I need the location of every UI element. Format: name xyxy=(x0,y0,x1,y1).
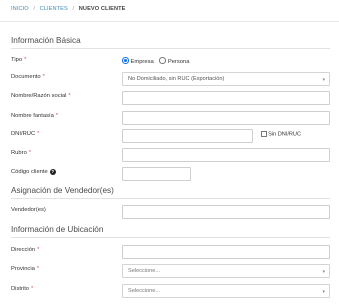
rubro-input[interactable] xyxy=(122,148,330,162)
breadcrumb-link-inicio[interactable]: INICIO xyxy=(11,6,29,12)
nombre-razon-input[interactable] xyxy=(122,91,330,105)
breadcrumb: INICIO / CLIENTES / NUEVO CLIENTE xyxy=(11,6,125,12)
section-title-basic: Información Básica xyxy=(11,36,81,45)
required-marker: * xyxy=(37,131,40,137)
nombre-razon-label: Nombre/Razón social * xyxy=(11,93,71,99)
caret-down-icon: ▾ xyxy=(322,289,325,295)
sin-dni-ruc-label[interactable]: Sin DNI/RUC xyxy=(268,132,301,138)
tipo-radio-group: Empresa Persona xyxy=(122,57,193,65)
nombre-fantasia-input[interactable] xyxy=(122,111,330,125)
codigo-cliente-label: Código cliente? xyxy=(11,169,56,175)
distrito-select[interactable]: Seleccione... ▾ xyxy=(122,284,330,298)
rubro-label-text: Rubro xyxy=(11,150,27,156)
breadcrumb-separator: / xyxy=(33,6,36,12)
required-marker: * xyxy=(31,286,34,292)
provincia-label: Provincia * xyxy=(11,266,39,272)
required-marker: * xyxy=(42,74,45,80)
nombre-razon-label-text: Nombre/Razón social xyxy=(11,93,67,99)
dni-ruc-input[interactable] xyxy=(122,129,253,143)
question-circle-icon[interactable]: ? xyxy=(49,169,56,175)
provincia-select[interactable]: Seleccione... ▾ xyxy=(122,264,330,278)
codigo-cliente-label-text: Código cliente xyxy=(11,169,48,175)
required-marker: * xyxy=(55,113,59,119)
breadcrumb-separator: / xyxy=(72,6,75,12)
documento-label: Documento * xyxy=(11,74,45,80)
tipo-label: Tipo * xyxy=(11,57,26,63)
breadcrumb-link-clientes[interactable]: CLIENTES xyxy=(40,6,68,12)
section-divider xyxy=(11,237,330,238)
distrito-select-value: Seleccione... xyxy=(128,288,161,294)
documento-select[interactable]: No Domiciliado, sin RUC (Exportación) ▾ xyxy=(122,72,330,86)
rubro-label: Rubro * xyxy=(11,150,31,156)
nombre-fantasia-label: Nombre fantasía * xyxy=(11,113,58,119)
direccion-label: Dirección * xyxy=(11,247,39,253)
provincia-select-value: Seleccione... xyxy=(128,268,161,274)
required-marker: * xyxy=(28,150,32,156)
dni-ruc-label-text: DNI/RUC xyxy=(11,131,36,137)
documento-label-text: Documento xyxy=(11,74,41,80)
sin-dni-ruc-checkbox[interactable] xyxy=(261,131,267,137)
distrito-label: Distrito * xyxy=(11,286,33,292)
section-title-seller: Asignación de Vendedor(es) xyxy=(11,186,114,195)
section-divider xyxy=(11,48,330,49)
direccion-label-text: Dirección xyxy=(11,247,36,253)
required-marker: * xyxy=(36,266,40,272)
required-marker: * xyxy=(68,93,71,99)
radio-empresa[interactable] xyxy=(122,57,129,64)
caret-down-icon: ▾ xyxy=(322,77,325,83)
radio-empresa-label[interactable]: Empresa xyxy=(131,59,154,65)
breadcrumb-current: NUEVO CLIENTE xyxy=(78,6,126,12)
direccion-input[interactable] xyxy=(122,245,330,259)
section-title-location: Información de Ubicación xyxy=(11,225,104,234)
sin-dni-ruc-option[interactable]: Sin DNI/RUC xyxy=(261,131,301,138)
distrito-label-text: Distrito xyxy=(11,286,30,292)
radio-persona-label[interactable]: Persona xyxy=(168,59,190,65)
vendedores-label: Vendedor(es) xyxy=(11,207,46,213)
required-marker: * xyxy=(37,247,40,253)
documento-select-value: No Domiciliado, sin RUC (Exportación) xyxy=(128,76,225,82)
provincia-label-text: Provincia xyxy=(11,266,35,272)
required-marker: * xyxy=(24,57,27,63)
dni-ruc-label: DNI/RUC * xyxy=(11,131,39,137)
caret-down-icon: ▾ xyxy=(322,269,325,275)
vendedores-input[interactable] xyxy=(122,205,330,219)
section-divider xyxy=(11,198,330,199)
breadcrumb-bar: INICIO / CLIENTES / NUEVO CLIENTE xyxy=(0,0,339,22)
codigo-cliente-input[interactable] xyxy=(122,167,191,181)
radio-persona[interactable] xyxy=(159,57,166,64)
nombre-fantasia-label-text: Nombre fantasía xyxy=(11,113,54,119)
tipo-label-text: Tipo xyxy=(11,57,23,63)
